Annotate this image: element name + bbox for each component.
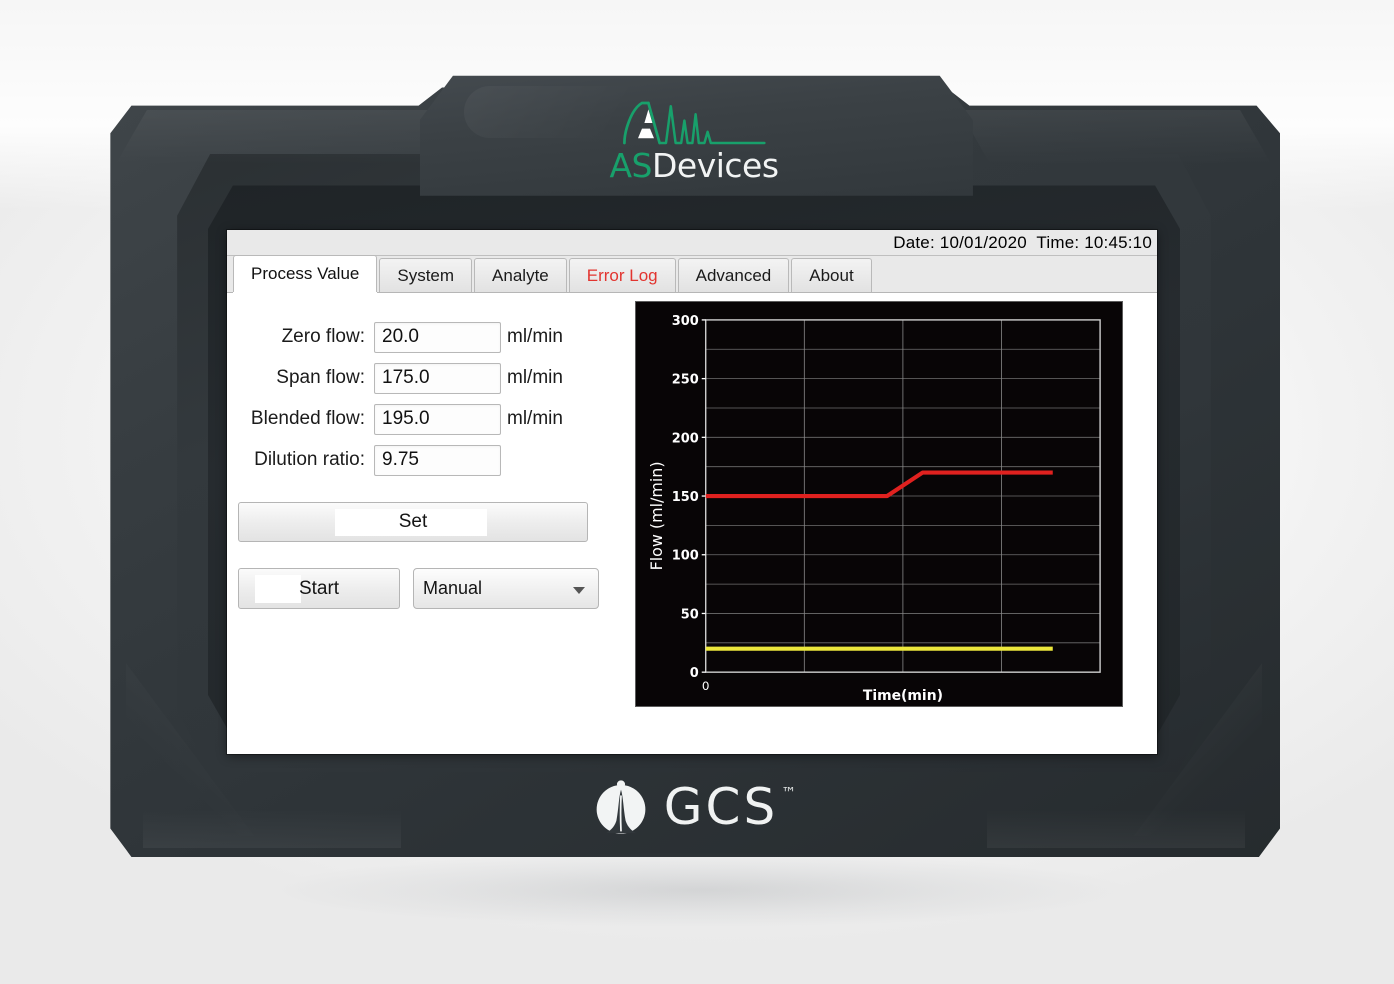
start-button[interactable]: Start (238, 568, 400, 609)
flow-chart[interactable]: 0 50 100 150 200 250 300 0 Flow (ml/min) Time(… (635, 301, 1123, 707)
chevron-down-icon (573, 587, 585, 594)
zero-flow-unit: ml/min (507, 326, 563, 348)
y-axis-label: Flow (ml/min) (647, 461, 666, 570)
span-flow-unit: ml/min (507, 367, 563, 389)
tab-advanced[interactable]: Advanced (678, 258, 790, 292)
y-tick-label: 150 (672, 490, 699, 505)
tab-process-value[interactable]: Process Value (233, 255, 377, 292)
tab-label: Advanced (696, 266, 772, 286)
mode-select-dropdown[interactable]: Manual (413, 568, 599, 609)
field-row-span-flow: Span flow: ml/min (227, 358, 635, 398)
zero-flow-input[interactable] (374, 322, 501, 353)
tab-label: Analyte (492, 266, 549, 286)
start-button-highlight (255, 575, 301, 603)
y-tick-label: 250 (672, 373, 699, 388)
span-flow-input[interactable] (374, 363, 501, 394)
pod-highlight (464, 86, 685, 138)
tab-bar: Process Value System Analyte Error Log A… (227, 256, 1157, 293)
run-control-row: Start Manual (238, 568, 635, 609)
tab-content-process-value: Zero flow: ml/min Span flow: ml/min Blen… (227, 293, 1157, 754)
y-tick-label: 0 (690, 666, 699, 681)
start-button-label: Start (299, 578, 339, 599)
x-tick-0: 0 (702, 679, 710, 693)
blended-flow-label: Blended flow: (227, 408, 374, 430)
dilution-ratio-input[interactable] (374, 445, 501, 476)
blended-flow-unit: ml/min (507, 408, 563, 430)
tab-analyte[interactable]: Analyte (474, 258, 567, 292)
device-top-pod (420, 65, 973, 195)
x-axis-label: Time(min) (863, 688, 943, 704)
field-row-zero-flow: Zero flow: ml/min (227, 317, 635, 357)
span-flow-label: Span flow: (227, 367, 374, 389)
status-bar: Date: 10/01/2020 Time: 10:45:10 (227, 230, 1157, 256)
gcs-analyzer-device: ASDevices Date: 10/01/2020 Time: 10:45:1… (108, 78, 1280, 868)
tab-label: Error Log (587, 266, 658, 286)
tab-label: Process Value (251, 264, 359, 284)
y-tick-label: 200 (672, 431, 699, 446)
flow-chart-svg: 0 50 100 150 200 250 300 0 Flow (ml/min) Time(… (636, 302, 1122, 706)
zero-flow-label: Zero flow: (227, 326, 374, 348)
set-button-wrap: Set (238, 502, 635, 542)
blended-flow-input[interactable] (374, 404, 501, 435)
set-button[interactable]: Set (238, 502, 588, 542)
flow-settings-panel: Zero flow: ml/min Span flow: ml/min Blen… (227, 293, 635, 754)
tab-about[interactable]: About (791, 258, 871, 292)
field-row-dilution-ratio: Dilution ratio: (227, 440, 635, 480)
mode-select-value: Manual (423, 578, 482, 599)
field-row-blended-flow: Blended flow: ml/min (227, 399, 635, 439)
touchscreen-display: Date: 10/01/2020 Time: 10:45:10 Process … (227, 230, 1157, 754)
datetime-readout: Date: 10/01/2020 Time: 10:45:10 (893, 233, 1152, 253)
set-button-label: Set (399, 511, 428, 532)
tab-error-log[interactable]: Error Log (569, 258, 676, 292)
y-tick-label: 300 (672, 314, 699, 329)
dilution-ratio-label: Dilution ratio: (227, 449, 374, 471)
flow-chart-panel: 0 50 100 150 200 250 300 0 Flow (ml/min) Time(… (635, 293, 1157, 754)
studio-backdrop: ASDevices Date: 10/01/2020 Time: 10:45:1… (0, 0, 1394, 984)
y-tick-label: 100 (672, 549, 699, 564)
tab-label: About (809, 266, 853, 286)
y-tick-label: 50 (681, 607, 699, 622)
tab-label: System (397, 266, 454, 286)
tab-system[interactable]: System (379, 258, 472, 292)
